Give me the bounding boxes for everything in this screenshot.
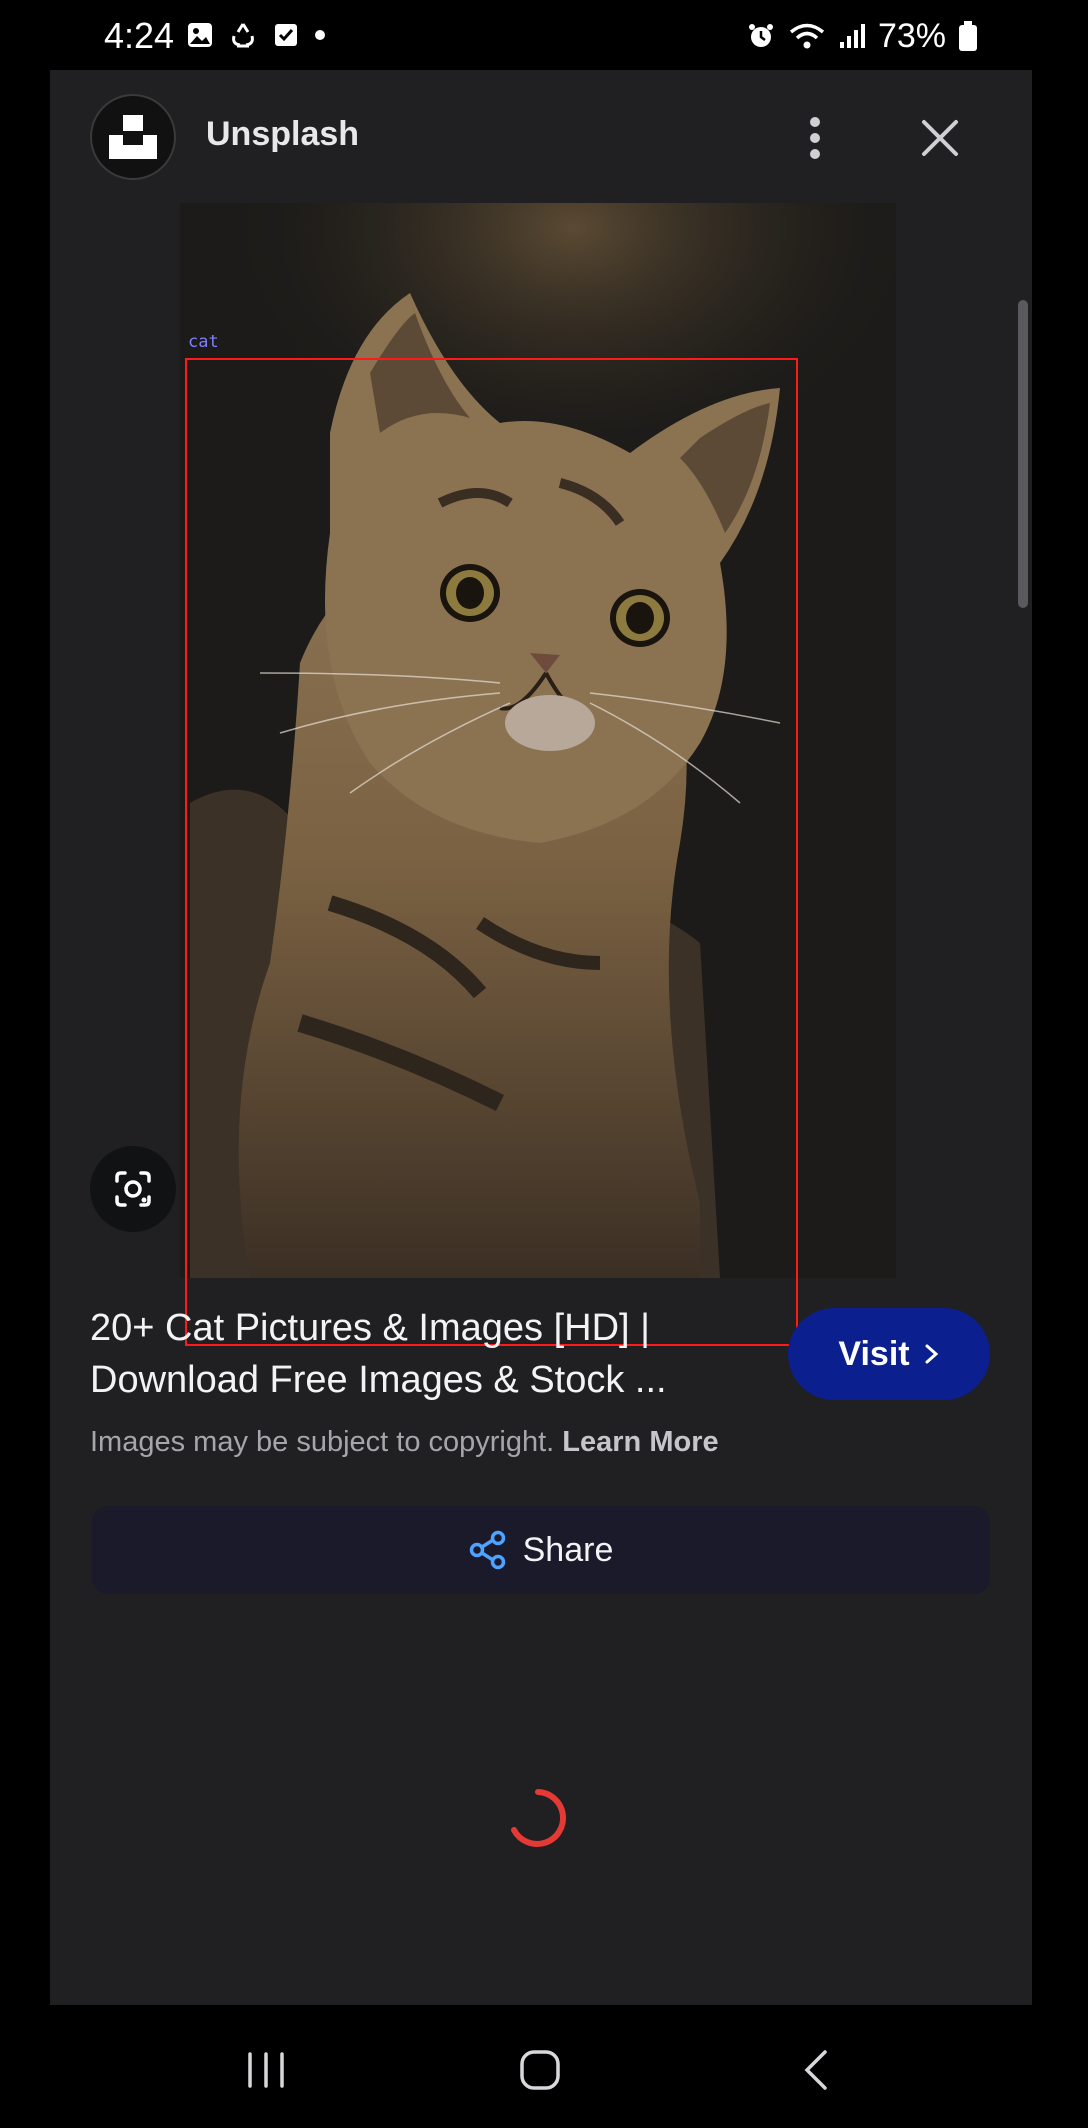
lens-icon — [115, 1171, 151, 1207]
alarm-icon — [748, 24, 773, 47]
status-bar: 4:24 73% — [0, 0, 1088, 72]
more-options-button[interactable] — [790, 110, 840, 166]
signal-icon — [839, 24, 865, 48]
site-logo[interactable] — [90, 94, 176, 180]
status-icons-right: 73% — [746, 16, 978, 56]
status-time: 4:24 — [104, 15, 175, 56]
recent-apps-button[interactable] — [226, 2035, 306, 2105]
loading-spinner — [511, 1789, 566, 1847]
visit-button[interactable]: Visit — [788, 1308, 990, 1400]
learn-more-link[interactable]: Learn More — [562, 1426, 718, 1458]
detection-label: cat — [188, 332, 219, 352]
chevron-right-icon — [925, 1344, 938, 1364]
site-name[interactable]: Unsplash — [206, 114, 359, 154]
copyright-text: Images may be subject to copyright. — [90, 1426, 555, 1458]
more-vertical-icon — [810, 117, 820, 159]
task-check-icon — [275, 24, 297, 46]
share-label: Share — [522, 1530, 614, 1569]
unsplash-logo-icon — [109, 115, 157, 159]
share-button[interactable]: Share — [92, 1506, 990, 1594]
notification-dot-icon — [315, 30, 325, 40]
wifi-icon — [789, 23, 825, 49]
home-icon — [520, 2050, 560, 2090]
share-icon — [469, 1530, 505, 1570]
scrollbar[interactable] — [1018, 300, 1028, 608]
image-result-sheet: Unsplash cat 20+ Cat Pictures & Images [… — [50, 70, 1032, 2005]
battery-icon — [959, 21, 977, 51]
visit-label: Visit — [838, 1334, 910, 1373]
gallery-icon — [188, 23, 212, 47]
status-icons-left — [186, 20, 326, 50]
sheet-header: Unsplash — [50, 70, 1032, 200]
back-button[interactable] — [776, 2035, 856, 2105]
close-button[interactable] — [912, 110, 968, 166]
detection-box — [185, 358, 798, 1346]
recent-apps-icon — [248, 2052, 284, 2088]
home-button[interactable] — [500, 2035, 580, 2105]
recycle-icon — [232, 23, 254, 48]
result-title[interactable]: 20+ Cat Pictures & Images [HD] | Downloa… — [90, 1302, 730, 1406]
lens-search-button[interactable] — [90, 1146, 176, 1232]
copyright-notice: Images may be subject to copyright. Lear… — [90, 1422, 719, 1462]
back-icon — [804, 2050, 827, 2090]
battery-percent: 73% — [877, 17, 946, 55]
navigation-bar — [0, 2005, 1088, 2128]
close-icon — [922, 120, 958, 156]
